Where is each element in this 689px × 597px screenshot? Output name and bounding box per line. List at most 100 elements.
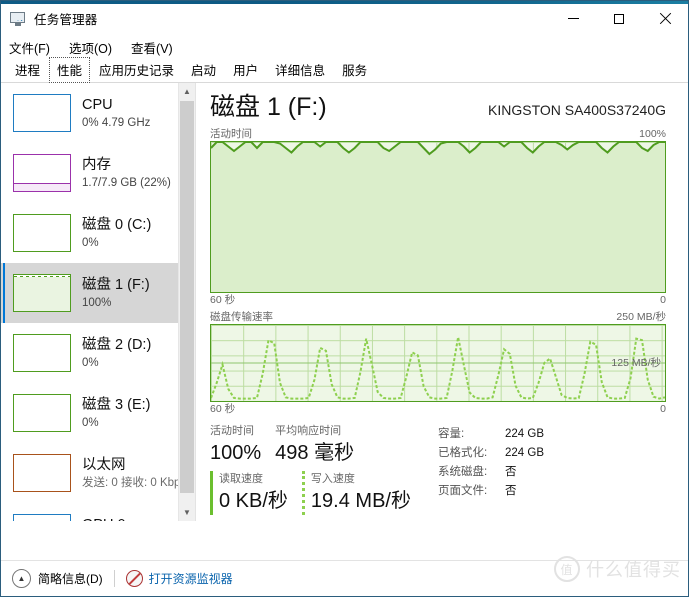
window-title: 任务管理器 xyxy=(34,13,98,27)
title-bar: 任务管理器 xyxy=(1,1,688,36)
sidebar-item-subtitle: 0% xyxy=(82,356,99,369)
sidebar-item-title: 磁盘 1 (F:) xyxy=(82,276,150,293)
stat-value: 否 xyxy=(505,485,517,497)
sidebar-item-title: 磁盘 0 (C:) xyxy=(82,216,152,233)
sidebar-item-disk1[interactable]: 磁盘 1 (F:) 100% xyxy=(1,263,195,323)
page-title: 磁盘 1 (F:) xyxy=(210,93,327,121)
tab-users[interactable]: 用户 xyxy=(225,57,266,83)
menu-item-options[interactable]: 选项(O) xyxy=(69,38,112,57)
sidebar-scrollbar[interactable]: ▲ ▼ xyxy=(178,83,195,521)
transfer-rate-graph: 125 MB/秒 xyxy=(210,324,666,402)
tab-processes[interactable]: 进程 xyxy=(7,57,48,83)
open-resource-monitor-link[interactable]: 打开资源监视器 xyxy=(125,570,233,587)
stat-write-speed: 写入速度 19.4 MB/秒 xyxy=(301,471,411,515)
tab-strip: 进程 性能 应用历史记录 启动 用户 详细信息 服务 xyxy=(1,57,688,83)
stat-label: 系统磁盘: xyxy=(438,466,488,478)
window-controls xyxy=(550,4,688,33)
maximize-icon xyxy=(614,13,624,24)
stat-value: 224 GB xyxy=(505,428,544,440)
close-icon xyxy=(659,13,671,25)
active-time-max: 100% xyxy=(639,128,666,140)
scrollbar-thumb[interactable] xyxy=(180,101,194,493)
stats-area: 活动时间 100% 平均响应时间 498 毫秒 读取速度 0 KB/秒 写入速度… xyxy=(196,417,688,515)
sidebar-item-memory[interactable]: 内存 1.7/7.9 GB (22%) xyxy=(1,143,195,203)
sidebar-item-gpu0[interactable]: GPU 0 Intel(R) HD Graphics xyxy=(1,503,195,521)
stat-label: 写入速度 xyxy=(310,473,355,485)
sidebar-item-disk3[interactable]: 磁盘 3 (E:) 0% xyxy=(1,383,195,443)
resource-monitor-label: 打开资源监视器 xyxy=(148,572,233,586)
sidebar-item-subtitle: 0% xyxy=(82,416,99,429)
sidebar-item-subtitle: 100% xyxy=(82,296,112,309)
stat-value: 224 GB xyxy=(505,447,544,459)
watermark-logo: 值 xyxy=(554,556,580,582)
device-model: KINGSTON SA400S37240G xyxy=(488,102,666,118)
active-time-graph-block: 活动时间 100% 60 秒 0 xyxy=(196,127,688,308)
sidebar-item-subtitle: 发送: 0 接收: 0 Kbps xyxy=(82,476,187,489)
sidebar-list: CPU 0% 4.79 GHz 内存 1.7/7.9 GB (22%) 磁盘 0… xyxy=(1,83,195,521)
stat-label: 平均响应时间 xyxy=(275,425,342,437)
task-manager-window: 任务管理器 文件(F) 选项(O) 查看(V) 进程 性能 应用历史记录 启动 … xyxy=(0,0,689,597)
minimize-button[interactable] xyxy=(550,4,596,33)
status-bar: ▲ 简略信息(D) 打开资源监视器 值 什么值得买 xyxy=(1,556,688,596)
sidebar-item-disk2[interactable]: 磁盘 2 (D:) 0% xyxy=(1,323,195,383)
transfer-rate-max: 250 MB/秒 xyxy=(616,311,666,323)
sidebar-item-subtitle: 1.7/7.9 GB (22%) xyxy=(82,176,171,189)
close-button[interactable] xyxy=(642,4,688,33)
stat-value: 否 xyxy=(505,466,517,478)
memory-thumbnail-graph xyxy=(13,154,71,192)
menu-item-file[interactable]: 文件(F) xyxy=(9,38,50,57)
active-time-plot xyxy=(211,142,665,292)
chevron-down-icon[interactable]: ▼ xyxy=(179,504,195,521)
task-manager-icon xyxy=(10,11,27,27)
sidebar-item-disk0[interactable]: 磁盘 0 (C:) 0% xyxy=(1,203,195,263)
maximize-button[interactable] xyxy=(596,4,642,33)
performance-sidebar: CPU 0% 4.79 GHz 内存 1.7/7.9 GB (22%) 磁盘 0… xyxy=(1,83,196,521)
stat-value: 19.4 MB/秒 xyxy=(310,490,411,512)
fewer-details-button[interactable]: ▲ 简略信息(D) xyxy=(12,569,103,588)
stat-label: 容量: xyxy=(438,428,465,440)
stat-active-time: 活动时间 100% xyxy=(210,423,261,467)
stat-capacity: 容量: 224 GB xyxy=(438,425,544,444)
stat-label: 已格式化: xyxy=(438,447,488,459)
tab-services[interactable]: 服务 xyxy=(334,57,375,83)
chevron-up-icon[interactable]: ▲ xyxy=(179,83,195,100)
stats-row-bottom: 读取速度 0 KB/秒 写入速度 19.4 MB/秒 xyxy=(210,471,438,515)
menu-item-view[interactable]: 查看(V) xyxy=(131,38,173,57)
menu-bar: 文件(F) 选项(O) 查看(V) xyxy=(1,36,688,58)
disk3-thumbnail-graph xyxy=(13,394,71,432)
content-area: CPU 0% 4.79 GHz 内存 1.7/7.9 GB (22%) 磁盘 0… xyxy=(1,83,688,521)
main-pane: 磁盘 1 (F:) KINGSTON SA400S37240G 活动时间 100… xyxy=(196,83,688,521)
sidebar-item-subtitle: 0% xyxy=(82,236,99,249)
sidebar-item-ethernet[interactable]: 以太网 发送: 0 接收: 0 Kbps xyxy=(1,443,195,503)
status-divider xyxy=(113,570,115,587)
minimize-icon xyxy=(567,18,579,19)
sidebar-item-title: 以太网 xyxy=(82,456,126,473)
transfer-rate-label: 磁盘传输速率 xyxy=(210,311,273,323)
stat-value: 100% xyxy=(210,442,262,464)
transfer-rate-graph-block: 磁盘传输速率 250 MB/秒 125 MB/秒 60 秒 0 xyxy=(196,310,688,417)
stat-read-speed: 读取速度 0 KB/秒 xyxy=(210,471,288,515)
sidebar-item-title: 内存 xyxy=(82,156,111,173)
sidebar-item-title: CPU xyxy=(82,96,113,113)
ethernet-thumbnail-graph xyxy=(13,454,71,492)
sidebar-item-cpu[interactable]: CPU 0% 4.79 GHz xyxy=(1,83,195,143)
chevron-up-circle-icon: ▲ xyxy=(12,569,31,588)
active-time-graph xyxy=(210,141,666,293)
active-time-x-left: 60 秒 xyxy=(210,294,236,306)
transfer-rate-x-right: 0 xyxy=(660,403,666,415)
stats-left-column: 活动时间 100% 平均响应时间 498 毫秒 读取速度 0 KB/秒 写入速度… xyxy=(210,423,438,515)
tab-details[interactable]: 详细信息 xyxy=(267,57,333,83)
tab-startup[interactable]: 启动 xyxy=(183,57,224,83)
stats-right-column: 容量: 224 GB 已格式化: 224 GB 系统磁盘: 否 页面文件: 否 xyxy=(438,423,544,515)
disk2-thumbnail-graph xyxy=(13,334,71,372)
active-time-x-right: 0 xyxy=(660,294,666,306)
stat-label: 读取速度 xyxy=(219,473,263,485)
watermark: 值 什么值得买 xyxy=(554,556,681,582)
disk1-thumbnail-graph xyxy=(13,274,71,312)
stat-value: 498 毫秒 xyxy=(275,442,355,464)
stat-page-file: 页面文件: 否 xyxy=(438,482,544,501)
tab-app-history[interactable]: 应用历史记录 xyxy=(91,57,182,83)
transfer-rate-x-left: 60 秒 xyxy=(210,403,236,415)
tab-performance[interactable]: 性能 xyxy=(49,57,91,83)
stat-avg-response-time: 平均响应时间 498 毫秒 xyxy=(275,423,354,467)
